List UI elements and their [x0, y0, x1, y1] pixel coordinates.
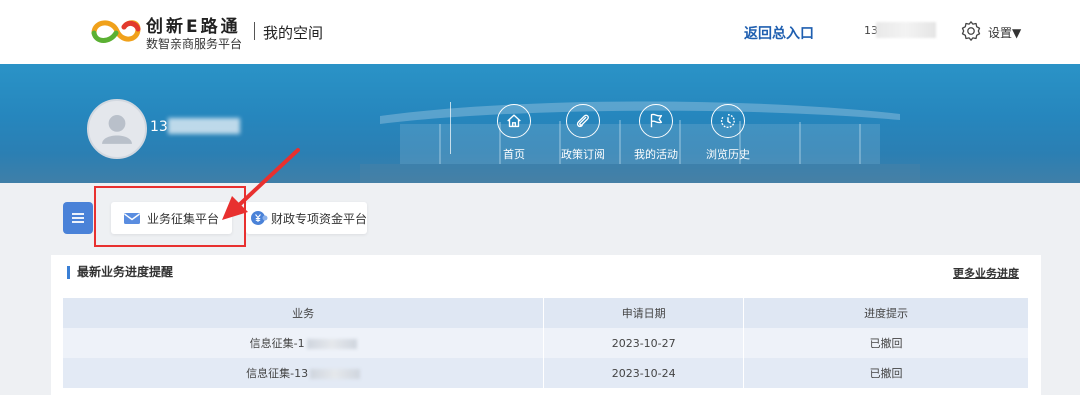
nav-home[interactable]: 首页: [482, 104, 546, 162]
settings-dropdown[interactable]: 设置▼: [988, 24, 1021, 41]
logo-title: 创新E路通: [146, 17, 241, 37]
nav-policy-subscription[interactable]: 政策订阅: [551, 104, 615, 162]
date-cell: 2023-10-27: [543, 328, 745, 358]
column-header-status: 进度提示: [743, 298, 1029, 328]
logo-subtitle: 数智亲商服务平台: [146, 37, 243, 51]
gear-icon[interactable]: [960, 20, 982, 42]
nav-browse-history[interactable]: 浏览历史: [696, 104, 760, 162]
back-to-main-link[interactable]: 返回总入口: [744, 23, 814, 43]
nav-history-label: 浏览历史: [706, 148, 750, 161]
profile-banner: 13 首页 政策订阅 我的活动 浏览历史: [0, 64, 1080, 183]
home-icon: [507, 114, 521, 128]
business-cell: 信息征集-13: [63, 358, 545, 388]
status-cell: 已撤回: [743, 358, 1029, 388]
more-progress-link[interactable]: 更多业务进度: [953, 265, 1019, 281]
nav-activities-label: 我的活动: [634, 148, 678, 161]
clock-icon: [720, 114, 735, 128]
paperclip-icon: [576, 114, 589, 128]
progress-panel-title: 最新业务进度提醒: [67, 266, 173, 279]
nav-home-label: 首页: [503, 148, 525, 161]
table-row[interactable]: 信息征集-13 2023-10-24 已撤回: [63, 358, 1029, 388]
business-cell: 信息征集-1: [63, 328, 545, 358]
progress-panel: 最新业务进度提醒 更多业务进度 业务 申请日期 进度提示 信息征集-1 2023…: [51, 255, 1041, 395]
nav-policy-label: 政策订阅: [561, 148, 605, 161]
redaction: [310, 369, 361, 379]
avatar[interactable]: [87, 99, 147, 159]
redaction: [306, 339, 357, 349]
flag-icon: [650, 113, 663, 128]
annotation-arrow: [222, 148, 300, 220]
top-header: 创新E路通 数智亲商服务平台 我的空间 返回总入口 13 设置▼: [0, 0, 1080, 64]
phone-redaction: [876, 22, 936, 38]
username: 13: [150, 119, 168, 135]
page-title: 我的空间: [263, 24, 324, 42]
logo-icon: [91, 20, 141, 43]
menu-toggle-button[interactable]: [63, 202, 93, 234]
header-divider: [254, 22, 255, 40]
status-cell: 已撤回: [743, 328, 1029, 358]
progress-table: 业务 申请日期 进度提示 信息征集-1 2023-10-27 已撤回 信息征集-…: [63, 298, 1029, 388]
date-cell: 2023-10-24: [543, 358, 745, 388]
username-redaction: [168, 118, 240, 134]
list-icon: [72, 213, 84, 223]
column-header-date: 申请日期: [543, 298, 745, 328]
column-header-business: 业务: [63, 298, 545, 328]
table-row[interactable]: 信息征集-1 2023-10-27 已撤回: [63, 328, 1029, 358]
banner-divider: [450, 102, 451, 154]
nav-my-activities[interactable]: 我的活动: [624, 104, 688, 162]
